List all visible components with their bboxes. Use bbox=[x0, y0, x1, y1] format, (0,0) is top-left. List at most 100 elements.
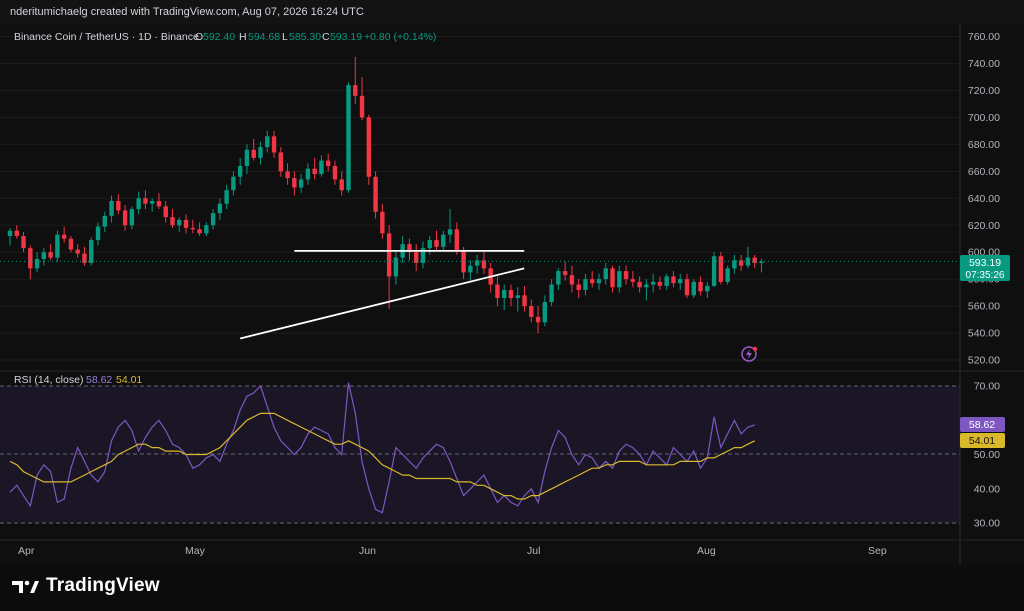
legend-c-value: 593.19 bbox=[330, 31, 362, 43]
candle-body bbox=[285, 171, 290, 179]
candle-body bbox=[244, 149, 250, 166]
candle-body bbox=[678, 279, 683, 284]
time-tick-label: Apr bbox=[18, 545, 35, 557]
price-tick-label: 660.00 bbox=[968, 166, 1000, 178]
candle-body bbox=[529, 306, 534, 317]
candle-body bbox=[170, 217, 175, 226]
time-tick-label: Jun bbox=[359, 545, 376, 557]
candle-body bbox=[725, 268, 730, 282]
legend-c-label: C bbox=[322, 31, 330, 43]
candle-body bbox=[502, 289, 507, 299]
price-tick-label: 740.00 bbox=[968, 58, 1000, 70]
candle-body bbox=[183, 219, 189, 228]
candle-body bbox=[698, 281, 703, 292]
legend-o-value: 592.40 bbox=[203, 31, 235, 43]
brand-name: TradingView bbox=[46, 575, 160, 596]
candle-body bbox=[610, 268, 615, 288]
candle-body bbox=[190, 227, 195, 230]
candle-body bbox=[353, 85, 358, 96]
candle-body bbox=[116, 200, 121, 211]
tradingview-logo[interactable]: TradingView bbox=[12, 575, 160, 597]
candle-body bbox=[34, 258, 40, 269]
candle-body bbox=[590, 279, 595, 284]
candle-body bbox=[149, 200, 155, 204]
time-tick-label: May bbox=[185, 545, 206, 557]
candle-body bbox=[210, 213, 216, 226]
price-tag-countdown: 07:35:26 bbox=[966, 270, 1005, 281]
candle-body bbox=[346, 85, 351, 191]
candle-body bbox=[623, 271, 629, 280]
candle-body bbox=[657, 281, 663, 286]
candle-body bbox=[48, 252, 53, 258]
candle-body bbox=[75, 249, 80, 254]
candle-body bbox=[596, 279, 602, 284]
price-tick-label: 620.00 bbox=[968, 220, 1000, 232]
legend-l-label: L bbox=[282, 31, 288, 43]
candle-body bbox=[495, 284, 500, 299]
candle-body bbox=[197, 229, 202, 234]
candle-body bbox=[109, 200, 114, 216]
candle-body bbox=[55, 234, 60, 258]
candle-body bbox=[718, 256, 724, 282]
footer: TradingView bbox=[0, 565, 1024, 611]
candle-body bbox=[298, 179, 304, 188]
price-axis[interactable]: 760.00 740.00 720.00 700.00 680.00 660.00 640.… bbox=[968, 31, 1000, 366]
watermark-text: nderitumichaelg created with TradingView… bbox=[10, 6, 364, 18]
candle-body bbox=[278, 152, 283, 172]
candle-body bbox=[583, 279, 588, 290]
candle-body bbox=[61, 234, 67, 239]
candle-body bbox=[271, 136, 277, 153]
candle-body bbox=[122, 210, 128, 226]
rsi-tag-value: 58.62 bbox=[969, 419, 995, 431]
rsi-tick-label: 40.00 bbox=[974, 483, 1000, 495]
watermark-bar: nderitumichaelg created with TradingView… bbox=[0, 0, 1024, 24]
price-tick-label: 540.00 bbox=[968, 328, 1000, 340]
candle-body bbox=[237, 165, 243, 177]
candle-body bbox=[156, 200, 162, 207]
candle-body bbox=[366, 117, 372, 177]
lightning-button[interactable] bbox=[741, 346, 758, 362]
candle-body bbox=[332, 165, 338, 180]
time-tick-label: Aug bbox=[697, 545, 716, 557]
candle-body bbox=[474, 260, 480, 266]
time-tick-label: Sep bbox=[868, 545, 887, 557]
price-tick-label: 760.00 bbox=[968, 31, 1000, 43]
candle-body bbox=[373, 176, 378, 212]
candle-body bbox=[359, 95, 365, 118]
rsi-ma-tag-value: 54.01 bbox=[969, 435, 995, 447]
candle-body bbox=[644, 284, 649, 288]
legend-l-value: 585.30 bbox=[289, 31, 321, 43]
candle-body bbox=[136, 198, 141, 210]
candle-body bbox=[265, 136, 270, 148]
candle-body bbox=[386, 233, 392, 277]
candle-body bbox=[434, 240, 439, 247]
chart-svg[interactable]: 760.00 740.00 720.00 700.00 680.00 660.00 640.… bbox=[0, 24, 1024, 565]
candle-body bbox=[393, 257, 399, 277]
legend-h-value: 594.68 bbox=[248, 31, 280, 43]
candle-body bbox=[515, 295, 520, 299]
trendlines-group[interactable] bbox=[239, 249, 525, 340]
candle-body bbox=[251, 149, 256, 158]
rsi-tick-label: 70.00 bbox=[974, 381, 1000, 393]
candle-body bbox=[630, 279, 636, 282]
rsi-axis[interactable]: 70.00 50.00 40.00 30.00 bbox=[974, 381, 1000, 530]
lightning-badge bbox=[752, 346, 758, 352]
time-axis[interactable]: Apr May Jun Jul Aug Sep bbox=[18, 545, 887, 557]
candle-body bbox=[522, 295, 527, 307]
rsi-tick-label: 30.00 bbox=[974, 518, 1000, 530]
candle-body bbox=[664, 276, 669, 286]
rsi-tick-label: 50.00 bbox=[974, 449, 1000, 461]
price-tick-label: 720.00 bbox=[968, 85, 1000, 97]
chart-area[interactable]: 760.00 740.00 720.00 700.00 680.00 660.00 640.… bbox=[0, 24, 1024, 565]
rsi-legend-name: RSI (14, close) bbox=[14, 374, 83, 386]
legend-rsi: RSI (14, close) 58.62 54.01 bbox=[14, 374, 142, 386]
candle-body bbox=[102, 215, 107, 227]
candle-body bbox=[204, 225, 209, 234]
candle-body bbox=[603, 268, 608, 280]
candle-body bbox=[576, 284, 581, 290]
legend-main: Binance Coin / TetherUS · 1D · Binance O… bbox=[14, 31, 436, 43]
rsi-legend-value: 58.62 bbox=[86, 374, 112, 386]
legend-change: +0.80 (+0.14%) bbox=[364, 31, 436, 43]
candle-body bbox=[177, 219, 182, 226]
candle-body bbox=[711, 256, 717, 286]
